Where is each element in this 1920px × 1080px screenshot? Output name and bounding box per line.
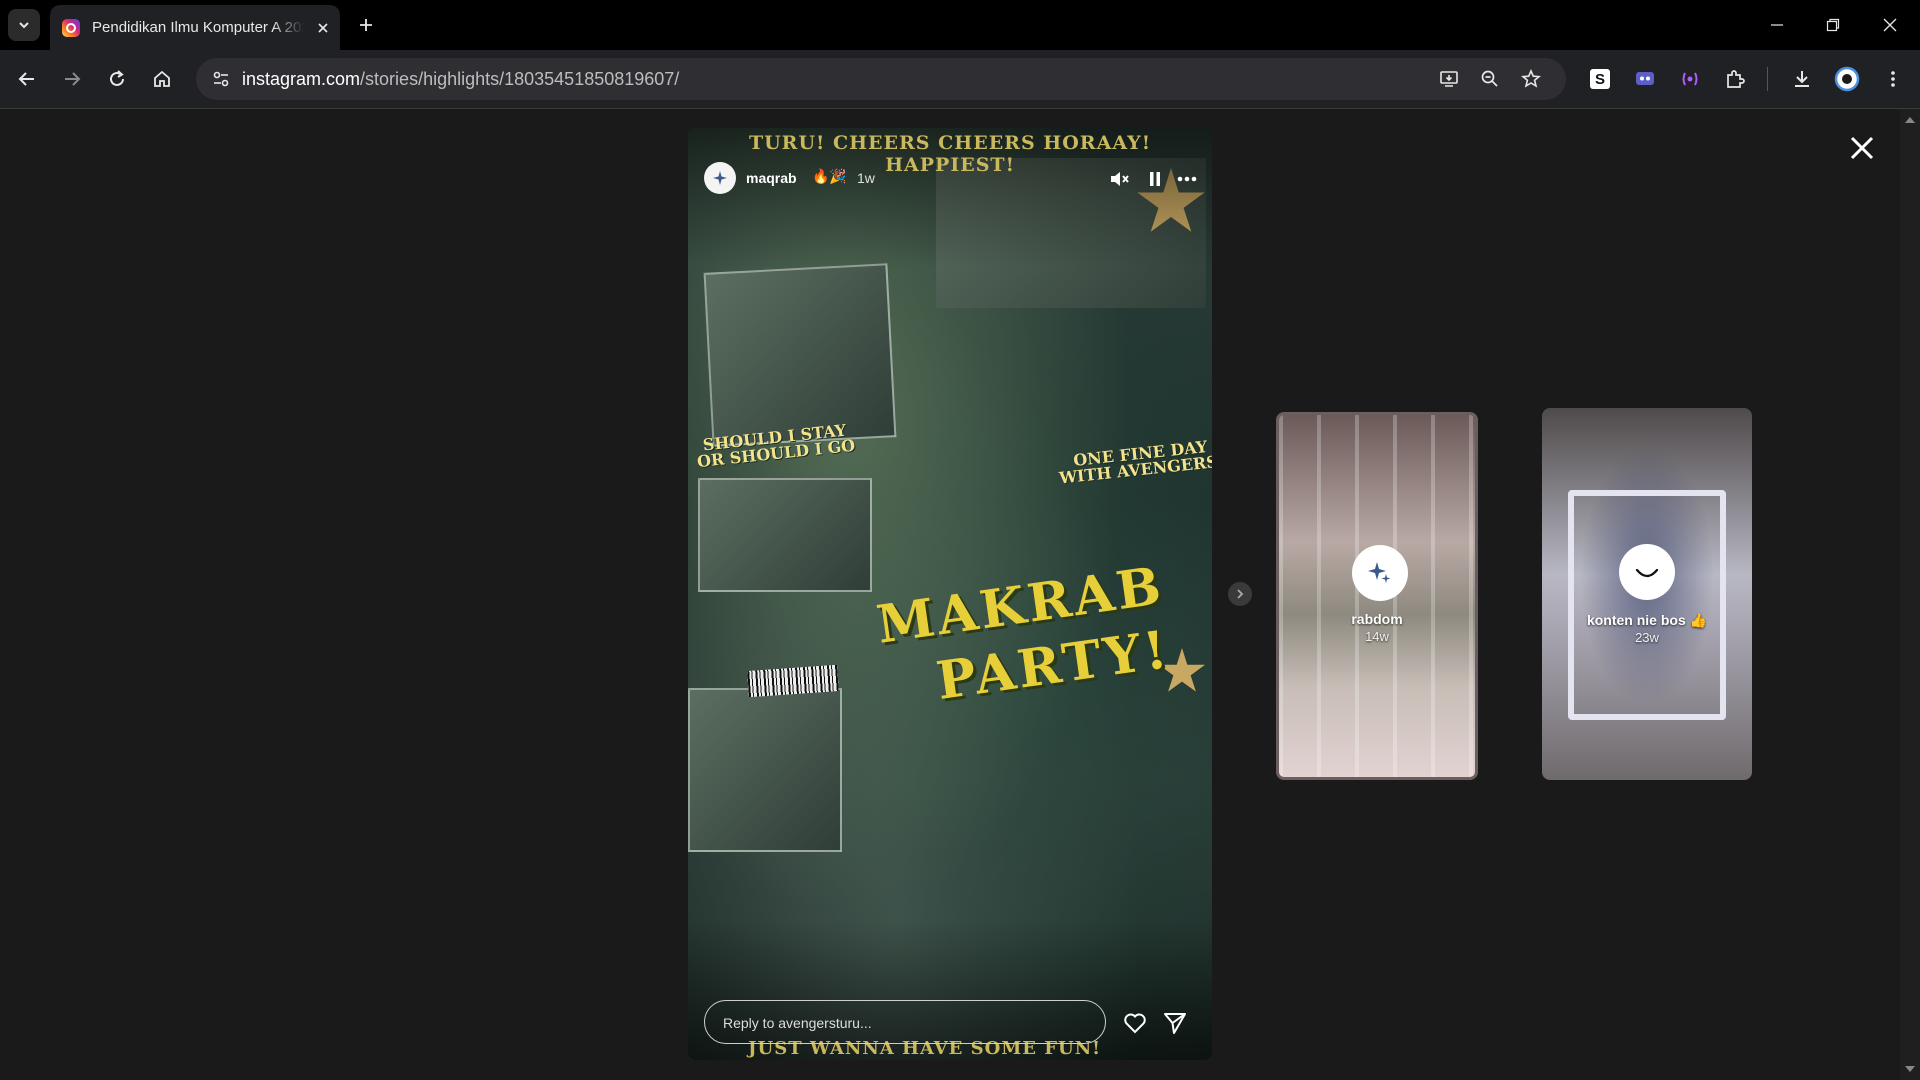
stars-icon [1368,562,1391,583]
story-photo [698,478,872,592]
minimize-icon [1771,24,1783,26]
muted-speaker-icon [1111,172,1129,186]
smile-icon [1635,568,1659,578]
window-close-button[interactable] [1862,0,1918,50]
url-path: /stories/highlights/18035451850819607/ [360,69,680,89]
tab-title: Pendidikan Ilmu Komputer A 2023 [92,19,304,36]
install-app-button[interactable] [1434,64,1464,94]
highlight-name: rabdom [1351,611,1403,627]
mute-button[interactable] [1106,166,1132,192]
close-icon [1850,136,1874,160]
story-avatar[interactable] [704,162,736,194]
scroll-down-arrow[interactable] [1905,1066,1915,1072]
extension-s-button[interactable]: S [1583,62,1617,96]
story-timestamp: 1w [857,170,875,186]
home-icon [154,70,170,87]
story-emojis: 🔥🎉 [812,168,847,184]
browser-toolbar: instagram.com/stories/highlights/1803545… [0,50,1920,109]
instagram-icon [62,18,80,37]
chat-extension-icon [1636,72,1654,85]
more-horizontal-icon [1177,176,1197,182]
svg-text:S: S [1595,71,1605,88]
url-text[interactable]: instagram.com/stories/highlights/1803545… [242,69,679,90]
toolbar-divider [1767,67,1768,91]
sparkle-avatar-icon [713,171,727,185]
story-photo [688,688,842,852]
profile-button[interactable] [1830,62,1864,96]
like-button[interactable] [1120,1008,1150,1038]
new-tab-button[interactable] [352,11,380,39]
paper-plane-icon [1164,1013,1186,1034]
highlight-avatar [1352,545,1408,601]
close-icon [318,22,328,33]
story-photo [703,263,897,447]
s-extension-icon: S [1590,69,1610,89]
highlight-name: konten nie bos 👍 [1586,612,1708,628]
minimize-button[interactable] [1749,0,1805,50]
forward-button[interactable] [55,62,89,96]
story-more-button[interactable] [1174,166,1200,192]
zoom-button[interactable] [1475,64,1505,94]
close-story-button[interactable] [1842,128,1882,168]
star-icon [1521,69,1541,88]
restore-icon [1826,18,1840,32]
reload-icon [110,70,124,86]
install-app-icon [1440,71,1458,87]
arrow-right-icon [65,72,81,86]
pause-button[interactable] [1142,166,1168,192]
download-icon [1795,71,1809,87]
photo-frame-graphic [1568,490,1726,720]
arrow-left-icon [18,72,34,86]
back-button[interactable] [10,62,44,96]
story-username[interactable]: maqrab [746,170,797,186]
reply-box [704,1000,1106,1045]
chevron-right-icon [1237,589,1244,599]
reply-input[interactable] [721,1001,1095,1045]
highlight-preview-rabdom[interactable]: rabdom 14w [1276,412,1478,780]
highlight-preview-konten[interactable]: konten nie bos 👍 23w [1542,408,1752,780]
extension-audio-button[interactable] [1673,62,1707,96]
site-info-button[interactable] [206,64,236,94]
extension-teams-button[interactable] [1628,62,1662,96]
page-scrollbar[interactable] [1900,109,1920,1080]
reload-button[interactable] [100,62,134,96]
browser-menu-button[interactable] [1876,62,1910,96]
highlight-time: 23w [1635,630,1659,645]
more-vertical-icon [1891,71,1895,87]
story-header: maqrab 🔥🎉 1w [704,162,1197,198]
tab-search-button[interactable] [8,9,40,41]
restore-button[interactable] [1805,0,1861,50]
heart-icon [1124,1013,1146,1034]
tab-bar: Pendidikan Ilmu Komputer A 2023 [0,0,1920,50]
extensions-button[interactable] [1718,62,1752,96]
close-icon [1883,18,1897,32]
scroll-up-arrow[interactable] [1905,117,1915,123]
home-button[interactable] [145,62,179,96]
url-domain: instagram.com [242,69,361,89]
plus-icon [360,19,372,31]
pause-icon [1150,172,1160,186]
share-button[interactable] [1160,1008,1190,1038]
zoom-out-icon [1481,70,1498,87]
bookmark-button[interactable] [1516,64,1546,94]
story-card[interactable]: TURU! CHEERS CHEERS HORAAY! HAPPIEST! SH… [688,128,1212,1060]
story-sticker-right: ONE FINE DAY WITH AVENGERS! [1058,437,1212,488]
active-tab[interactable]: Pendidikan Ilmu Komputer A 2023 [50,5,340,50]
chevron-down-icon [19,22,29,29]
profile-avatar-icon [1834,66,1860,92]
downloads-button[interactable] [1785,62,1819,96]
puzzle-icon [1727,70,1745,88]
sound-wave-icon [1682,72,1698,86]
next-story-button[interactable] [1228,582,1252,606]
address-bar[interactable]: instagram.com/stories/highlights/1803545… [196,58,1566,100]
highlight-avatar [1619,544,1675,600]
tab-close-button[interactable] [312,17,334,39]
highlight-time: 14w [1365,629,1389,644]
tune-icon [213,71,229,87]
